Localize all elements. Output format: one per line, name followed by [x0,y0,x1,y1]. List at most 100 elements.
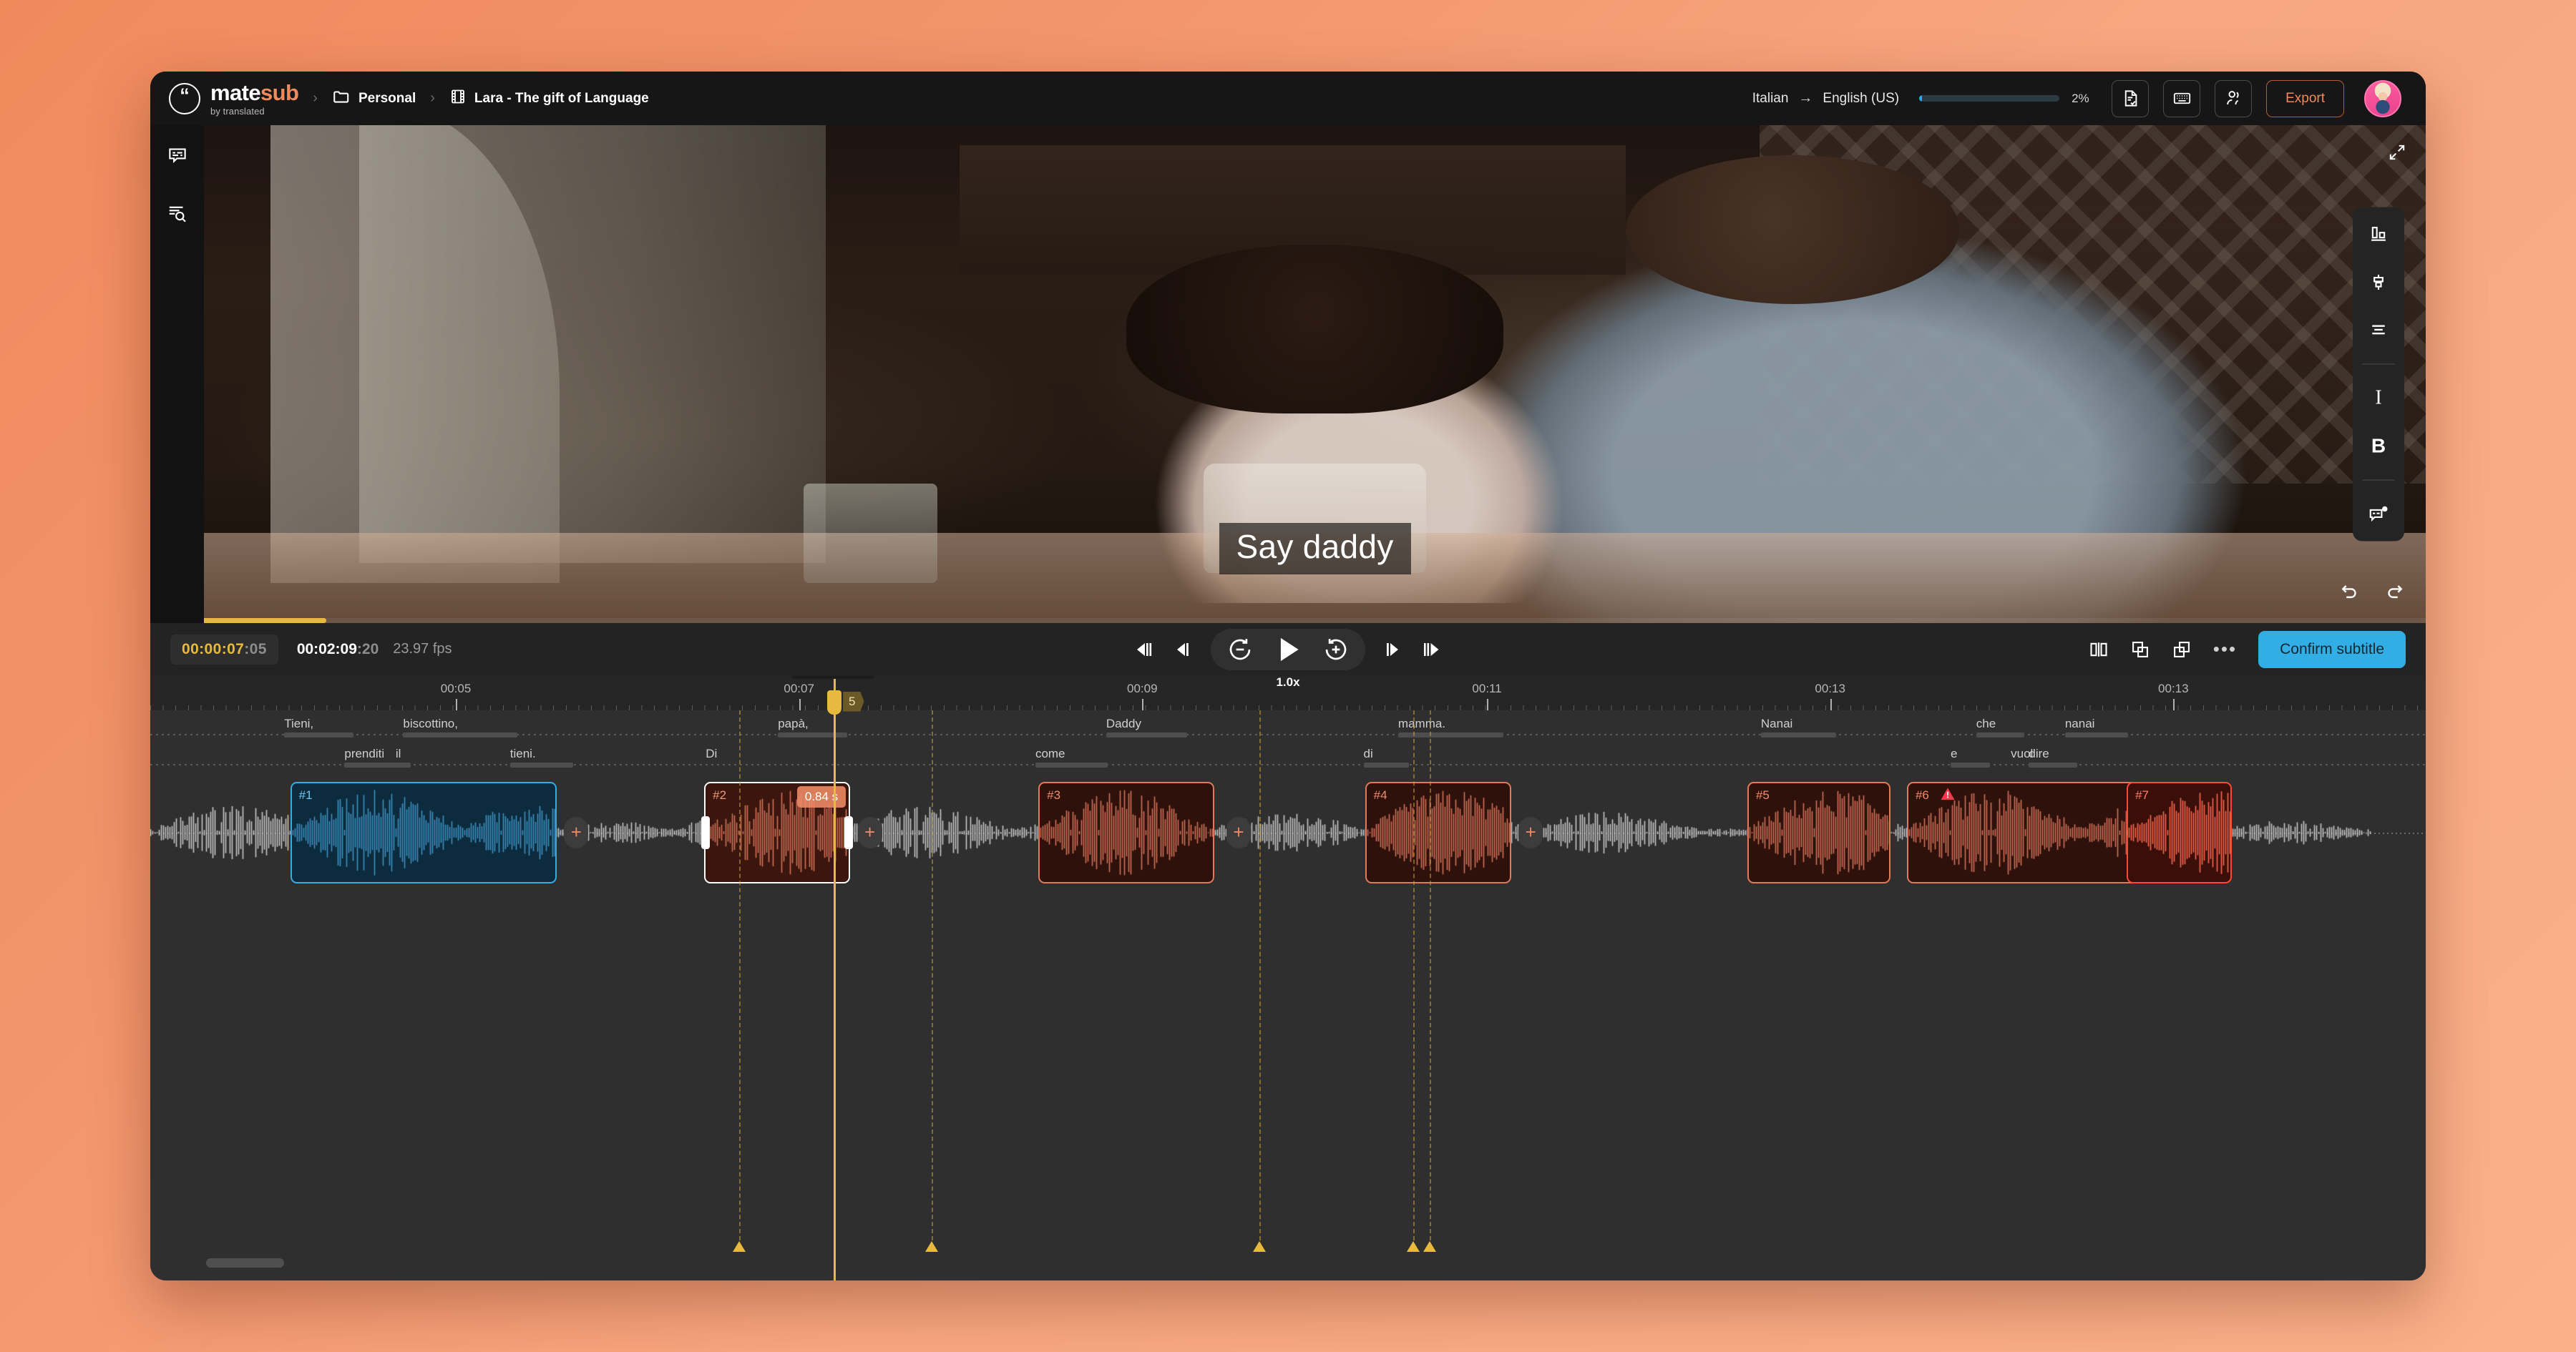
subtitle-start-handle[interactable] [701,815,711,849]
play-button[interactable] [1272,634,1304,665]
add-subtitle-button[interactable]: + [1518,816,1543,848]
timeline-playhead[interactable]: 00:00:07:05 5 [791,675,874,1280]
export-button[interactable]: Export [2266,79,2344,117]
word-token[interactable]: papà, [778,717,809,731]
add-subtitle-button[interactable]: + [857,816,882,848]
split-subtitle-icon[interactable] [2089,640,2109,660]
subtitle-list-icon[interactable] [162,139,193,171]
word-duration-bar[interactable] [2064,732,2129,738]
playhead-handle[interactable] [827,690,842,715]
subtitle-block[interactable]: #7 [2127,781,2233,883]
waveform-track[interactable]: #1 #2 0.84 s #3 #4 #5 #6 #7 + + + + [150,778,2426,886]
subtitle-block[interactable]: #5 [1747,781,1890,883]
align-bottom-icon[interactable] [2363,220,2394,248]
scene-cut-marker[interactable] [924,1241,938,1252]
scene-cut-marker[interactable] [732,1241,746,1252]
keyboard-icon[interactable] [2163,79,2201,117]
breadcrumb-project[interactable]: Lara - The gift of Language [449,88,649,109]
subtitle-block[interactable]: #1 [290,781,557,883]
redo-icon[interactable] [2384,579,2406,604]
confirm-subtitle-button[interactable]: Confirm subtitle [2258,630,2406,668]
language-pair[interactable]: Italian → English (US) [1752,90,1899,107]
prev-frame-button[interactable] [1174,640,1192,660]
add-subtitle-button[interactable]: + [1226,816,1251,848]
word-token[interactable]: nanai [2065,717,2095,731]
word-track-row-1: Tieni, biscottino, papà, Daddy mamma. Nanai ch… [150,710,2426,740]
prev-subtitle-button[interactable] [1133,640,1155,660]
word-duration-bar[interactable] [778,732,847,738]
word-duration-bar[interactable] [1363,762,1409,768]
subtitle-block[interactable]: #3 [1038,781,1215,883]
word-token[interactable]: tieni. [510,747,536,761]
brand-logo[interactable]: “ matesub by translated [169,82,299,116]
word-token[interactable]: prenditi [344,747,384,761]
word-duration-bar[interactable] [344,762,411,768]
breadcrumb-separator-1: › [313,90,318,106]
collaborators-icon[interactable] [2215,79,2253,117]
word-token[interactable]: Nanai [1761,717,1792,731]
word-token[interactable]: vuol [2011,747,2033,761]
word-token[interactable]: biscottino, [403,717,458,731]
add-subtitle-button[interactable]: + [564,816,589,848]
forward-button[interactable] [1322,636,1350,663]
word-token[interactable]: di [1364,747,1373,761]
bold-button[interactable]: B [2363,431,2394,460]
word-token[interactable]: mamma. [1398,717,1445,731]
word-duration-bar[interactable] [1760,732,1837,738]
breadcrumb-folder[interactable]: Personal [332,87,416,110]
video-subject-adult-head [1626,155,1959,305]
italic-button[interactable]: I [2363,383,2394,412]
ruler-major-tick [1142,698,1144,710]
playback-speed-label[interactable]: 1.0x [1276,675,1299,690]
word-token[interactable]: che [1976,717,1996,731]
word-duration-bar[interactable] [1397,732,1504,738]
progress-fill [1919,95,1922,102]
subtitle-block-number: #1 [298,788,313,802]
align-middle-icon[interactable] [2363,268,2394,296]
word-duration-bar[interactable] [1950,762,1990,768]
rewind-button[interactable] [1226,636,1254,663]
duplicate-subtitle-icon[interactable] [2172,640,2192,660]
video-player[interactable]: Say daddy I B [204,125,2426,623]
word-token[interactable]: il [396,747,401,761]
word-duration-bar[interactable] [2029,762,2077,768]
undo-icon[interactable] [2338,579,2360,604]
scene-cut-marker[interactable] [1406,1241,1420,1252]
next-subtitle-button[interactable] [1421,640,1443,660]
merge-subtitle-icon[interactable] [2130,640,2150,660]
word-duration-bar[interactable] [284,732,353,738]
word-duration-bar[interactable] [403,732,518,738]
scene-cut-marker[interactable] [1423,1241,1437,1252]
word-duration-bar[interactable] [1976,732,2025,738]
current-timecode[interactable]: 00:00:07:05 [170,634,278,665]
word-token[interactable]: e [1951,747,1957,761]
fullscreen-icon[interactable] [2383,138,2411,167]
subtitle-overlay-text[interactable]: Say daddy [1219,523,1411,574]
word-token[interactable]: Tieni, [284,717,313,731]
timeline-horizontal-scrollbar[interactable] [205,1258,285,1268]
subtitle-block[interactable]: #4 [1365,781,1511,883]
scene-cut-marker[interactable] [1253,1241,1267,1252]
next-frame-button[interactable] [1384,640,1402,660]
ruler-tick-label: 00:11 [1472,681,1502,695]
more-options-button[interactable]: ••• [2213,638,2237,660]
word-token[interactable]: Daddy [1106,717,1141,731]
word-token[interactable]: come [1035,747,1065,761]
subtitle-block[interactable]: #2 0.84 s [701,781,854,883]
video-scene-glass [804,483,937,583]
subtitle-settings-icon[interactable] [2363,499,2394,528]
user-avatar[interactable] [2364,79,2401,117]
transcript-check-icon[interactable] [2112,79,2150,117]
search-transcript-icon[interactable] [162,197,193,228]
timeline-panel[interactable]: 00:05 00:07 00:09 00:11 00:13 00:13 Tieni, bis… [150,675,2426,1280]
word-token[interactable]: Di [706,747,717,761]
video-progress-bar[interactable] [204,617,2426,623]
playback-controls: 1.0x [1133,628,1443,689]
word-duration-bar[interactable] [509,762,574,768]
warning-icon[interactable] [1940,786,1956,805]
text-align-icon[interactable] [2363,315,2394,344]
subtitle-end-handle[interactable] [844,815,854,849]
ruler-major-tick [456,698,458,710]
word-duration-bar[interactable] [1035,762,1108,768]
word-duration-bar[interactable] [1106,732,1188,738]
